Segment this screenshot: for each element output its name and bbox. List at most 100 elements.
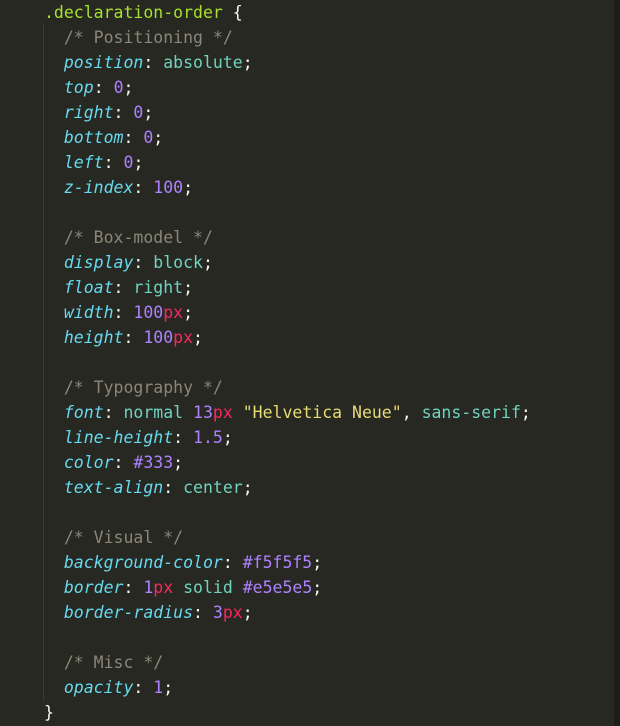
code-line-decl[interactable]: color: #333; [0, 450, 531, 475]
token-punct: ; [242, 478, 253, 497]
token-punct: : [193, 603, 203, 622]
code-line-decl[interactable]: height: 100px; [0, 325, 531, 350]
token-prop: line-height [63, 428, 174, 447]
code-line-decl[interactable]: font: normal 13px "Helvetica Neue", sans… [0, 400, 531, 425]
code-line-decl[interactable]: left: 0; [0, 150, 531, 175]
token-cmt: /* Positioning */ [63, 28, 233, 47]
code-line-decl[interactable]: opacity: 1; [0, 675, 531, 700]
token-punct: : [133, 253, 144, 272]
code-line-blank[interactable] [0, 200, 531, 225]
token-unit: px [153, 578, 174, 597]
token-unit: px [212, 403, 233, 422]
token-prop: background-color [63, 553, 223, 572]
token-unit: px [173, 328, 194, 347]
token-punct: : [113, 278, 124, 297]
code-editor[interactable]: .declaration-order { /* Positioning */ p… [0, 0, 620, 726]
code-line-decl[interactable]: border: 1px solid #e5e5e5; [0, 575, 531, 600]
code-line-decl[interactable]: text-align: center; [0, 475, 531, 500]
token-val: right [133, 278, 184, 297]
token-unit: px [222, 603, 243, 622]
token-num: 0 [113, 78, 124, 97]
token-num: 100 [143, 328, 174, 347]
token-prop: float [63, 278, 114, 297]
token-punct: : [133, 678, 144, 697]
token-hex: #e5e5e5 [242, 578, 313, 597]
token-num: 0 [123, 153, 134, 172]
code-line-decl[interactable]: right: 0; [0, 100, 531, 125]
token-cmt: /* Visual */ [63, 528, 184, 547]
code-line-comment[interactable]: /* Visual */ [0, 525, 531, 550]
token-prop: bottom [63, 128, 124, 147]
code-line-decl[interactable]: z-index: 100; [0, 175, 531, 200]
code-line-decl[interactable]: top: 0; [0, 75, 531, 100]
token-prop: display [63, 253, 134, 272]
token-punct: ; [312, 553, 323, 572]
token-punct: ; [183, 303, 194, 322]
code-line-decl[interactable]: width: 100px; [0, 300, 531, 325]
token-val: sans-serif [421, 403, 521, 422]
token-punct: : [143, 53, 154, 72]
code-block[interactable]: .declaration-order { /* Positioning */ p… [0, 0, 531, 725]
token-punct: ; [242, 53, 253, 72]
code-line-decl[interactable]: position: absolute; [0, 50, 531, 75]
code-line-decl[interactable]: display: block; [0, 250, 531, 275]
token-punct: ; [163, 678, 174, 697]
token-punct: ; [193, 328, 203, 347]
token-punct: : [103, 403, 114, 422]
token-prop: right [63, 103, 114, 122]
token-val: block [153, 253, 203, 272]
code-line-decl[interactable]: border-radius: 3px; [0, 600, 531, 625]
code-line-decl[interactable]: bottom: 0; [0, 125, 531, 150]
code-line-selector[interactable]: .declaration-order { [0, 0, 531, 25]
token-punct: ; [123, 78, 134, 97]
token-prop: z-index [63, 178, 134, 197]
token-prop: left [63, 153, 104, 172]
code-line-close[interactable]: } [0, 700, 531, 725]
token-punct: ; [242, 603, 253, 622]
token-punct: ; [202, 253, 213, 272]
code-line-blank[interactable] [0, 350, 531, 375]
code-line-blank[interactable] [0, 500, 531, 525]
code-line-blank[interactable] [0, 625, 531, 650]
code-line-comment[interactable]: /* Typography */ [0, 375, 531, 400]
token-punct: ; [312, 578, 323, 597]
code-line-comment[interactable]: /* Misc */ [0, 650, 531, 675]
code-line-comment[interactable]: /* Box-model */ [0, 225, 531, 250]
code-line-decl[interactable]: float: right; [0, 275, 531, 300]
code-line-decl[interactable]: line-height: 1.5; [0, 425, 531, 450]
token-punct: ; [133, 153, 144, 172]
token-punct: ; [222, 428, 233, 447]
token-punct: ; [153, 128, 164, 147]
token-punct: : [123, 328, 134, 347]
token-punct: : [222, 553, 233, 572]
token-punct: ; [143, 103, 154, 122]
code-line-comment[interactable]: /* Positioning */ [0, 25, 531, 50]
code-line-decl[interactable]: background-color: #f5f5f5; [0, 550, 531, 575]
